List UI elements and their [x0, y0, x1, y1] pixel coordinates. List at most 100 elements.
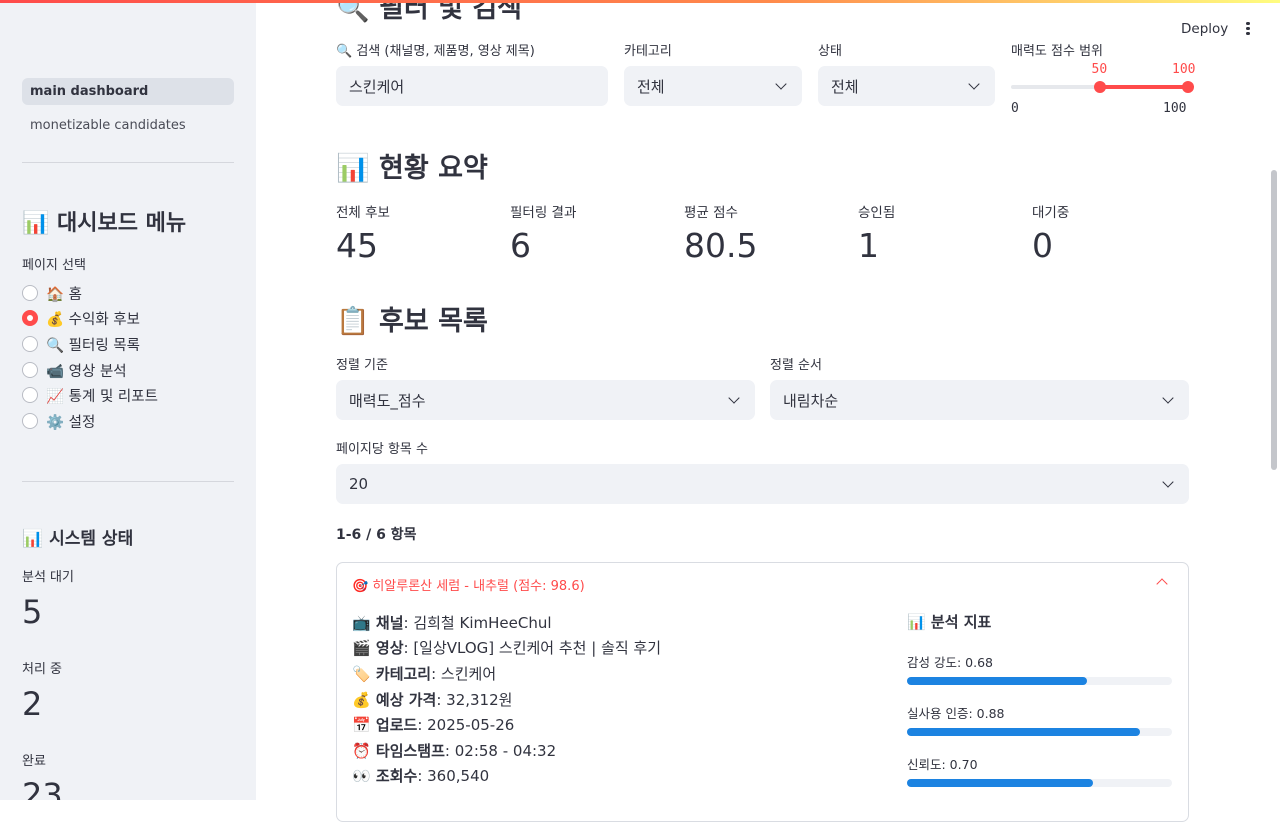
metric-avg-score-label: 평균 점수: [684, 205, 738, 221]
chevron-down-icon: [775, 77, 787, 90]
status-select[interactable]: 전체: [818, 66, 995, 106]
pending-analysis-value: 5: [22, 593, 43, 631]
metric-filtered-label: 필터링 결과: [510, 205, 577, 221]
sidebar-divider: [22, 162, 234, 163]
radio-filter-list[interactable]: 🔍 필터링 목록: [22, 333, 140, 355]
radio-button[interactable]: [22, 413, 38, 429]
radio-button[interactable]: [22, 285, 38, 301]
info-views: 👀 조회수: 360,540: [352, 767, 490, 785]
sort-order-select[interactable]: 내림차순: [770, 380, 1189, 420]
per-page-label: 페이지당 항목 수: [336, 442, 428, 457]
indicator-sentiment-label: 감성 강도: 0.68: [907, 655, 993, 670]
completed-value: 23: [22, 776, 63, 800]
radio-label: 💰 수익화 후보: [46, 311, 140, 328]
metric-pending-value: 0: [1032, 226, 1053, 265]
radio-button-selected[interactable]: [22, 310, 38, 326]
radio-home[interactable]: 🏠 홈: [22, 282, 82, 304]
indicator-trust-bar: [907, 779, 1172, 787]
chevron-up-icon[interactable]: [1156, 578, 1168, 590]
sort-by-select[interactable]: 매력도_점수: [336, 380, 755, 420]
radio-video-analysis[interactable]: 📹 영상 분석: [22, 359, 127, 381]
score-range-label: 매력도 점수 범위: [1011, 44, 1103, 59]
chevron-down-icon: [728, 391, 740, 404]
progress-fill: [907, 677, 1088, 685]
info-channel: 📺 채널: 김희철 KimHeeChul: [352, 614, 552, 632]
slider-thumb-low[interactable]: [1093, 80, 1106, 93]
item-count: 1-6 / 6 항목: [336, 527, 417, 543]
info-upload: 📅 업로드: 2025-05-26: [352, 716, 515, 734]
sort-by-label: 정렬 기준: [336, 358, 388, 373]
indicator-real-use-label: 실사용 인증: 0.88: [907, 706, 1005, 721]
progress-fill: [907, 728, 1141, 736]
category-label: 카테고리: [624, 44, 672, 59]
category-select-value: 전체: [637, 77, 665, 96]
radio-label: ⚙️ 설정: [46, 414, 96, 431]
status-select-value: 전체: [831, 77, 859, 96]
nav-monetizable-candidates[interactable]: monetizable candidates: [22, 112, 234, 139]
score-range-slider[interactable]: [1011, 80, 1194, 93]
info-timestamp: ⏰ 타임스탬프: 02:58 - 04:32: [352, 742, 557, 760]
progress-fill: [907, 779, 1093, 787]
top-decoration-bar: [0, 0, 1280, 3]
score-range-high-value: 100: [1172, 62, 1196, 77]
page-select-label: 페이지 선택: [22, 258, 86, 273]
category-select[interactable]: 전체: [624, 66, 802, 106]
metric-total-value: 45: [336, 226, 378, 265]
chevron-down-icon: [1162, 475, 1174, 488]
radio-label: 📈 통계 및 리포트: [46, 388, 158, 405]
info-price: 💰 예상 가격: 32,312원: [352, 691, 513, 709]
radio-button[interactable]: [22, 387, 38, 403]
sidebar-divider: [22, 481, 234, 482]
sort-by-value: 매력도_점수: [349, 391, 426, 410]
search-input-value: 스킨케어: [349, 77, 405, 96]
radio-label: 🔍 필터링 목록: [46, 337, 140, 354]
status-label: 상태: [818, 44, 842, 59]
info-category: 🏷️ 카테고리: 스킨케어: [352, 665, 497, 683]
main-menu-icon[interactable]: [1241, 20, 1255, 38]
indicator-sentiment-bar: [907, 677, 1172, 685]
indicator-real-use-bar: [907, 728, 1172, 736]
search-input[interactable]: 스킨케어: [336, 66, 608, 106]
expander-header[interactable]: 🎯 히알루론산 세럼 - 내추럴 (점수: 98.6): [352, 575, 585, 594]
sidebar: main dashboard monetizable candidates 📊 …: [0, 0, 256, 800]
indicators-title: 📊 분석 지표: [907, 613, 992, 631]
metric-pending-label: 대기중: [1032, 205, 1070, 221]
radio-settings[interactable]: ⚙️ 설정: [22, 410, 95, 432]
deploy-button[interactable]: Deploy: [1181, 21, 1228, 37]
slider-fill: [1099, 85, 1188, 89]
metric-total-label: 전체 후보: [336, 205, 390, 221]
processing-value: 2: [22, 685, 43, 723]
metric-approved-label: 승인됨: [858, 205, 896, 221]
radio-button[interactable]: [22, 362, 38, 378]
sort-order-value: 내림차순: [783, 391, 839, 410]
score-range-low-value: 50: [1091, 62, 1108, 77]
score-range-max: 100: [1163, 101, 1187, 116]
slider-thumb-high[interactable]: [1182, 80, 1194, 93]
metric-approved-value: 1: [858, 226, 879, 265]
per-page-value: 20: [349, 475, 369, 493]
metric-avg-score-value: 80.5: [684, 226, 758, 265]
candidate-expander: 🎯 히알루론산 세럼 - 내추럴 (점수: 98.6) 📺 채널: 김희철 Ki…: [336, 562, 1189, 822]
sort-order-label: 정렬 순서: [770, 358, 822, 373]
processing-label: 처리 중: [22, 662, 63, 677]
chevron-down-icon: [1162, 391, 1174, 404]
indicator-trust-label: 신뢰도: 0.70: [907, 757, 978, 772]
radio-label: 📹 영상 분석: [46, 363, 127, 380]
radio-monetizable[interactable]: 💰 수익화 후보: [22, 307, 140, 329]
info-video: 🎬 영상: [일상VLOG] 스킨케어 추천 | 솔직 후기: [352, 639, 662, 657]
chevron-down-icon: [968, 77, 980, 90]
summary-section-title: 📊 현황 요약: [336, 153, 488, 184]
search-label: 🔍 검색 (채널명, 제품명, 영상 제목): [336, 44, 535, 59]
nav-main-dashboard[interactable]: main dashboard: [22, 78, 234, 105]
radio-button[interactable]: [22, 336, 38, 352]
radio-label: 🏠 홈: [46, 286, 83, 303]
radio-stats-report[interactable]: 📈 통계 및 리포트: [22, 384, 158, 406]
system-status-title: 📊 시스템 상태: [22, 529, 134, 549]
filter-section-title: 🔍 필터 및 검색: [336, 0, 523, 24]
vertical-scrollbar[interactable]: [1271, 170, 1277, 470]
completed-label: 완료: [22, 754, 46, 769]
candidates-section-title: 📋 후보 목록: [336, 306, 488, 337]
metric-filtered-value: 6: [510, 226, 531, 265]
per-page-select[interactable]: 20: [336, 464, 1189, 504]
pending-analysis-label: 분석 대기: [22, 570, 74, 585]
